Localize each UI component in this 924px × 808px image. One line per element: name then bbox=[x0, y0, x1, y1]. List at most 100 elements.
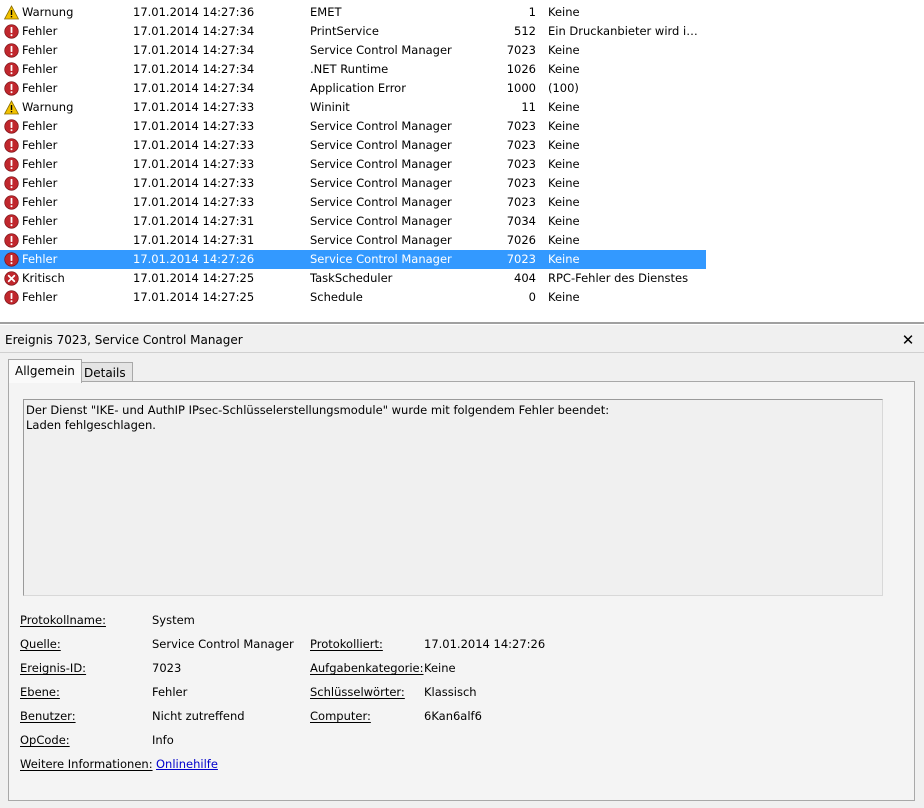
event-row[interactable]: Fehler 17.01.2014 14:27:33 Service Control… bbox=[0, 136, 924, 155]
event-level: Fehler bbox=[22, 81, 58, 95]
event-level: Fehler bbox=[22, 157, 58, 171]
error-icon bbox=[4, 24, 19, 39]
level-value: Fehler bbox=[152, 685, 188, 699]
task-category-label: Aufgabenkategorie: bbox=[310, 661, 424, 675]
event-level: Warnung bbox=[22, 100, 74, 114]
event-id: 7023 bbox=[506, 252, 536, 266]
error-icon bbox=[4, 81, 19, 96]
event-row[interactable]: Warnung 17.01.2014 14:27:33 Wininit 11 Keine bbox=[0, 98, 924, 117]
message-line: Der Dienst "IKE- und AuthIP IPsec-Schlüs… bbox=[26, 403, 610, 417]
event-row[interactable]: Fehler 17.01.2014 14:27:31 Service Control… bbox=[0, 231, 924, 250]
event-level: Fehler bbox=[22, 233, 58, 247]
event-date: 17.01.2014 14:27:33 bbox=[133, 176, 255, 190]
event-task-category: Ein Druckanbieter wird initi… bbox=[548, 24, 704, 38]
event-date: 17.01.2014 14:27:33 bbox=[133, 100, 255, 114]
computer-value: 6Kan6alf6 bbox=[424, 709, 482, 723]
event-row[interactable]: Warnung 17.01.2014 14:27:36 EMET 1 Keine bbox=[0, 3, 924, 22]
event-id: 7023 bbox=[506, 195, 536, 209]
tab-details[interactable]: Details bbox=[77, 362, 133, 382]
event-row[interactable]: Fehler 17.01.2014 14:27:33 Service Control… bbox=[0, 193, 924, 212]
event-id: 7026 bbox=[506, 233, 536, 247]
event-task-category: Keine bbox=[548, 119, 580, 133]
critical-icon bbox=[4, 271, 19, 286]
tab-general[interactable]: Allgemein bbox=[8, 359, 82, 383]
pane-splitter[interactable] bbox=[0, 322, 924, 324]
event-source: Service Control Manager bbox=[310, 214, 452, 228]
event-date: 17.01.2014 14:27:34 bbox=[133, 81, 255, 95]
event-id: 1026 bbox=[506, 62, 536, 76]
event-task-category: Keine bbox=[548, 62, 580, 76]
event-task-category: Keine bbox=[548, 195, 580, 209]
user-value: Nicht zutreffend bbox=[152, 709, 245, 723]
computer-label: Computer: bbox=[310, 709, 371, 723]
detail-header: Ereignis 7023, Service Control Manager ✕ bbox=[0, 328, 924, 353]
event-row-selected[interactable]: Fehler 17.01.2014 14:27:26 Service Control… bbox=[0, 250, 924, 269]
error-icon bbox=[4, 62, 19, 77]
event-id: 1 bbox=[528, 5, 536, 19]
event-message-box[interactable]: Der Dienst "IKE- und AuthIP IPsec-Schlüs… bbox=[23, 399, 883, 596]
event-level: Warnung bbox=[22, 5, 74, 19]
event-level: Fehler bbox=[22, 138, 58, 152]
error-icon bbox=[4, 119, 19, 134]
event-task-category: Keine bbox=[548, 176, 580, 190]
event-row[interactable]: Fehler 17.01.2014 14:27:33 Service Control… bbox=[0, 155, 924, 174]
event-level: Fehler bbox=[22, 62, 58, 76]
event-id: 7023 bbox=[506, 138, 536, 152]
event-task-category: Keine bbox=[548, 43, 580, 57]
event-row[interactable]: Fehler 17.01.2014 14:27:31 Service Control… bbox=[0, 212, 924, 231]
error-icon bbox=[4, 195, 19, 210]
event-source: Service Control Manager bbox=[310, 233, 452, 247]
event-row[interactable]: Fehler 17.01.2014 14:27:34 Application Err… bbox=[0, 79, 924, 98]
event-level: Fehler bbox=[22, 176, 58, 190]
event-date: 17.01.2014 14:27:34 bbox=[133, 43, 255, 57]
event-row[interactable]: Fehler 17.01.2014 14:27:33 Service Control… bbox=[0, 117, 924, 136]
event-id: 0 bbox=[528, 290, 536, 304]
user-label: Benutzer: bbox=[20, 709, 76, 723]
event-source: .NET Runtime bbox=[310, 62, 389, 76]
event-level: Fehler bbox=[22, 24, 58, 38]
event-row[interactable]: Kritisch 17.01.2014 14:27:25 TaskScheduler… bbox=[0, 269, 924, 288]
event-source: EMET bbox=[310, 5, 342, 19]
event-row[interactable]: Fehler 17.01.2014 14:27:33 Service Control… bbox=[0, 174, 924, 193]
event-row[interactable]: Fehler 17.01.2014 14:27:34 .NET Runtime 102… bbox=[0, 60, 924, 79]
event-id: 404 bbox=[514, 271, 536, 285]
event-row[interactable]: Fehler 17.01.2014 14:27:34 PrintService 512… bbox=[0, 22, 924, 41]
event-row[interactable]: Fehler 17.01.2014 14:27:25 Schedule 0 Keine bbox=[0, 288, 924, 307]
more-info-label: Weitere Informationen: bbox=[20, 757, 153, 771]
event-level: Fehler bbox=[22, 252, 58, 266]
error-icon bbox=[4, 157, 19, 172]
event-task-category: Keine bbox=[548, 290, 580, 304]
source-label: Quelle: bbox=[20, 637, 61, 651]
event-level: Fehler bbox=[22, 214, 58, 228]
warning-icon bbox=[4, 5, 19, 20]
error-icon bbox=[4, 290, 19, 305]
online-help-link[interactable]: Onlinehilfe bbox=[156, 757, 218, 771]
event-row[interactable]: Fehler 17.01.2014 14:27:34 Service Control… bbox=[0, 41, 924, 60]
error-icon bbox=[4, 214, 19, 229]
event-date: 17.01.2014 14:27:31 bbox=[133, 214, 255, 228]
event-id: 512 bbox=[514, 24, 536, 38]
event-source: Application Error bbox=[310, 81, 406, 95]
general-tab-panel: Der Dienst "IKE- und AuthIP IPsec-Schlüs… bbox=[8, 381, 915, 801]
opcode-value: Info bbox=[152, 733, 174, 747]
warning-icon bbox=[4, 100, 19, 115]
event-date: 17.01.2014 14:27:33 bbox=[133, 119, 255, 133]
event-id: 7034 bbox=[506, 214, 536, 228]
event-list[interactable]: Warnung 17.01.2014 14:27:36 EMET 1 Keine Fehl… bbox=[0, 0, 924, 322]
event-task-category: Keine bbox=[548, 157, 580, 171]
message-line: Laden fehlgeschlagen. bbox=[26, 418, 156, 432]
event-level: Kritisch bbox=[22, 271, 65, 285]
event-date: 17.01.2014 14:27:25 bbox=[133, 271, 255, 285]
error-icon bbox=[4, 43, 19, 58]
event-detail-pane: Ereignis 7023, Service Control Manager ✕… bbox=[0, 325, 924, 808]
event-date: 17.01.2014 14:27:33 bbox=[133, 195, 255, 209]
event-task-category: Keine bbox=[548, 100, 580, 114]
event-date: 17.01.2014 14:27:33 bbox=[133, 138, 255, 152]
event-level: Fehler bbox=[22, 195, 58, 209]
opcode-label: OpCode: bbox=[20, 733, 70, 747]
event-source: Service Control Manager bbox=[310, 43, 452, 57]
event-id: 11 bbox=[521, 100, 536, 114]
event-source: Service Control Manager bbox=[310, 157, 452, 171]
event-id-label: Ereignis-ID: bbox=[20, 661, 87, 675]
close-icon[interactable]: ✕ bbox=[900, 330, 916, 350]
